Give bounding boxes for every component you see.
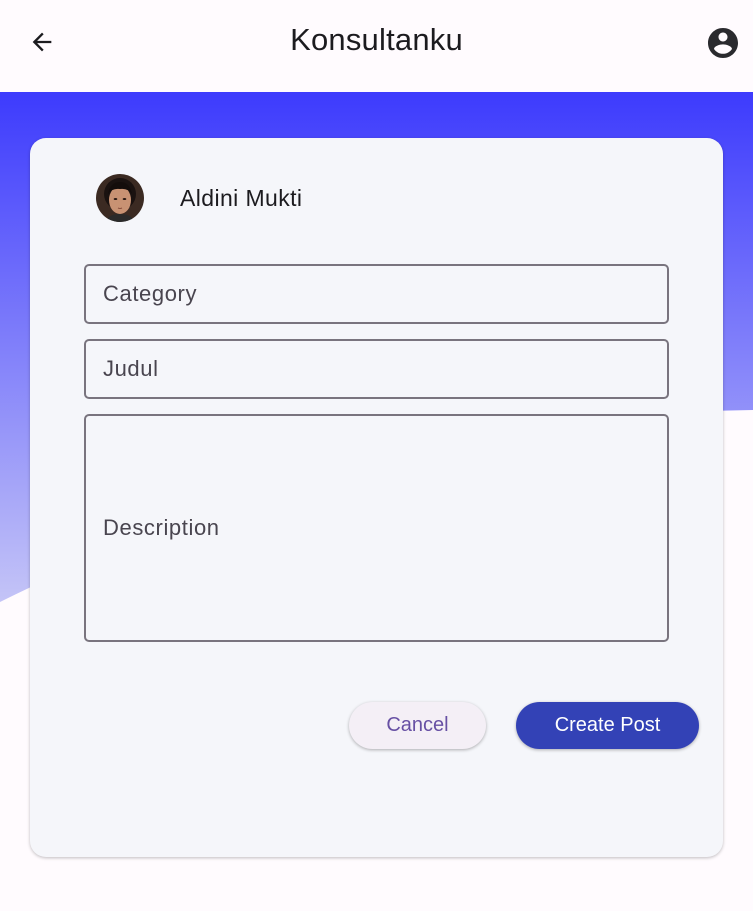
create-post-card: Aldini Mukti Category Judul Description … <box>30 138 723 857</box>
user-name: Aldini Mukti <box>180 185 303 211</box>
account-circle-icon <box>708 28 738 58</box>
judul-label: Judul <box>103 356 159 381</box>
category-label: Category <box>103 281 198 306</box>
description-field[interactable]: Description <box>84 414 669 642</box>
profile-button[interactable] <box>704 24 742 62</box>
app-screen: Konsultanku Aldini Mukti Category Judul … <box>0 0 753 911</box>
create-post-button[interactable]: Create Post <box>516 702 699 749</box>
category-field[interactable]: Category <box>84 264 669 324</box>
description-label: Description <box>103 515 220 540</box>
user-avatar-icon <box>96 174 144 222</box>
judul-field[interactable]: Judul <box>84 339 669 399</box>
avatar <box>96 174 144 222</box>
cancel-button[interactable]: Cancel <box>349 702 486 749</box>
page-title: Konsultanku <box>290 22 463 57</box>
app-bar: Konsultanku <box>0 0 753 92</box>
